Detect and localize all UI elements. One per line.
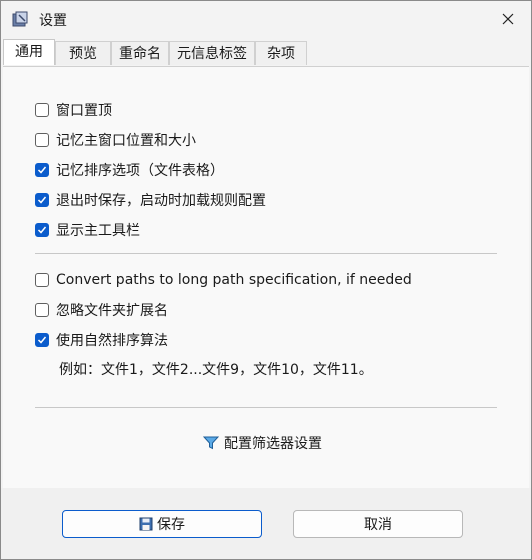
tab-bar: 通用 预览 重命名 元信息标签 杂项 <box>1 39 531 66</box>
option-label: 使用自然排序算法 <box>56 333 168 349</box>
checkbox[interactable] <box>35 163 49 177</box>
option-remember-window[interactable]: 记忆主窗口位置和大小 <box>35 130 196 150</box>
checkmark-icon <box>37 196 47 204</box>
option-label: 记忆排序选项（文件表格） <box>56 163 224 179</box>
checkmark-icon <box>37 166 47 174</box>
close-icon <box>502 13 514 25</box>
configure-filter-label: 配置筛选器设置 <box>224 436 322 452</box>
close-button[interactable] <box>485 1 531 37</box>
checkbox[interactable] <box>35 133 49 147</box>
option-show-toolbar[interactable]: 显示主工具栏 <box>35 220 140 240</box>
checkbox[interactable] <box>35 193 49 207</box>
settings-window: 设置 通用 预览 重命名 元信息标签 杂项 窗口置顶 记忆主窗口位置和大小 记忆… <box>0 0 532 560</box>
app-icon <box>11 10 29 28</box>
checkmark-icon <box>37 336 47 344</box>
natural-sort-example: 例如：文件1，文件2...文件9，文件10，文件11。 <box>59 362 373 378</box>
tab-rename[interactable]: 重命名 <box>111 41 169 65</box>
option-ignore-folder-ext[interactable]: 忽略文件夹扩展名 <box>35 300 168 320</box>
option-remember-sort[interactable]: 记忆排序选项（文件表格） <box>35 160 224 180</box>
option-always-on-top[interactable]: 窗口置顶 <box>35 100 112 120</box>
checkmark-icon <box>37 226 47 234</box>
option-label: 退出时保存，启动时加载规则配置 <box>56 193 266 209</box>
dialog-footer: 保存 取消 <box>1 488 531 559</box>
tab-preview[interactable]: 预览 <box>55 41 111 65</box>
configure-filter-button[interactable]: 配置筛选器设置 <box>203 433 322 453</box>
divider <box>35 253 497 254</box>
divider <box>35 407 497 408</box>
tab-misc[interactable]: 杂项 <box>255 41 307 65</box>
save-button[interactable]: 保存 <box>62 510 262 538</box>
option-label: 窗口置顶 <box>56 103 112 119</box>
checkbox[interactable] <box>35 303 49 317</box>
tab-meta-tags[interactable]: 元信息标签 <box>169 41 255 65</box>
window-title: 设置 <box>39 13 67 29</box>
option-natural-sort[interactable]: 使用自然排序算法 <box>35 330 168 350</box>
option-label: 显示主工具栏 <box>56 223 140 239</box>
option-label: Convert paths to long path specification… <box>56 272 412 288</box>
option-label: 记忆主窗口位置和大小 <box>56 133 196 149</box>
checkbox[interactable] <box>35 223 49 237</box>
option-save-rules[interactable]: 退出时保存，启动时加载规则配置 <box>35 190 266 210</box>
floppy-disk-icon <box>139 517 153 531</box>
checkbox[interactable] <box>35 333 49 347</box>
option-long-paths[interactable]: Convert paths to long path specification… <box>35 270 412 290</box>
tab-general[interactable]: 通用 <box>3 39 55 65</box>
save-label: 保存 <box>157 517 185 533</box>
cancel-label: 取消 <box>364 517 392 533</box>
checkbox[interactable] <box>35 273 49 287</box>
checkbox[interactable] <box>35 103 49 117</box>
title-bar: 设置 <box>1 1 531 37</box>
option-label: 忽略文件夹扩展名 <box>56 303 168 319</box>
cancel-button[interactable]: 取消 <box>293 510 463 538</box>
filter-icon <box>203 436 219 450</box>
